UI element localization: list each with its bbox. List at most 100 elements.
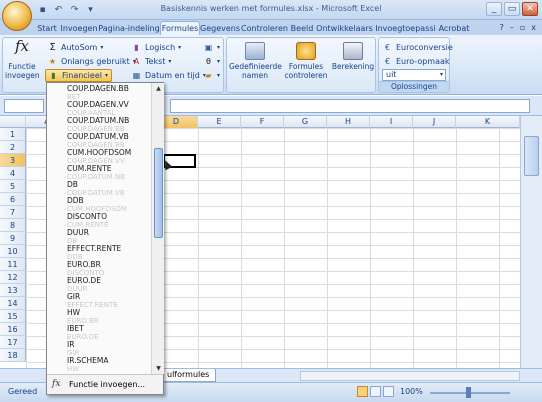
menu-item-cum-rente[interactable]: CUM.RENTE COUP.DATUM.NB bbox=[67, 164, 125, 181]
insert-function-menu-item[interactable]: fx Functie invoegen... bbox=[47, 374, 163, 394]
calendar-icon: ▦ bbox=[132, 71, 141, 80]
recently-used-button[interactable]: ★ Onlangs gebruikt ▾ bbox=[47, 55, 136, 68]
page-layout-view-button[interactable] bbox=[370, 386, 381, 397]
euro-conversion-button[interactable]: € Euroconversie bbox=[382, 41, 453, 54]
sheet-tab[interactable]: ulformules bbox=[160, 369, 217, 382]
formula-auditing-button[interactable]: Formules controleren bbox=[283, 42, 329, 80]
tab-acrobat[interactable]: Acrobat bbox=[437, 21, 471, 35]
doc-restore-icon[interactable]: ▫ bbox=[520, 23, 525, 32]
tab-ontwikkelaars[interactable]: Ontwikkelaars bbox=[316, 21, 373, 35]
restore-button[interactable]: ▭ bbox=[504, 2, 520, 16]
row-header[interactable]: 1 bbox=[0, 128, 26, 141]
row-header[interactable]: 17 bbox=[0, 336, 26, 349]
tab-invoegen[interactable]: Invoegen bbox=[60, 21, 98, 35]
doc-close-icon[interactable]: x bbox=[531, 23, 536, 32]
menu-item-coup-dagen-vv[interactable]: COUP.DAGEN.VV COUP.AANTAL bbox=[67, 100, 129, 117]
row-header[interactable]: 7 bbox=[0, 206, 26, 219]
row-header[interactable]: 18 bbox=[0, 349, 26, 362]
vertical-scroll-thumb[interactable] bbox=[524, 136, 539, 176]
tab-gegevens[interactable]: Gegevens bbox=[200, 21, 240, 35]
row-header[interactable]: 4 bbox=[0, 167, 26, 180]
menu-item-cum-hoofdsom[interactable]: CUM.HOOFDSOM COUP.DAGEN.VV bbox=[67, 148, 131, 165]
text-button[interactable]: A Tekst ▾ bbox=[131, 55, 172, 68]
tab-invoegtoepassingen[interactable]: Invoegtoepassi bbox=[374, 21, 437, 35]
office-button[interactable] bbox=[2, 1, 32, 31]
insert-function-label: Functie invoegen bbox=[5, 62, 40, 80]
column-header[interactable]: F bbox=[241, 116, 284, 128]
math-button[interactable]: θ ▾ bbox=[203, 55, 220, 68]
insert-function-button[interactable]: fx Functie invoegen bbox=[5, 39, 40, 81]
close-button[interactable]: ✕ bbox=[522, 2, 538, 16]
help-icon[interactable]: ? bbox=[500, 23, 504, 32]
row-header[interactable]: 6 bbox=[0, 193, 26, 206]
doc-minimize-icon[interactable]: – bbox=[510, 23, 514, 32]
status-ready: Gereed bbox=[8, 387, 38, 396]
more-functions-button[interactable]: ▰ ▾ bbox=[203, 69, 220, 82]
row-header[interactable]: 5 bbox=[0, 180, 26, 193]
column-header[interactable]: E bbox=[198, 116, 241, 128]
menu-item-hw[interactable]: HW EURO.BR bbox=[67, 308, 99, 325]
menu-item-ir-schema[interactable]: IR.SCHEMA HW bbox=[67, 356, 109, 373]
menu-item-euro-br[interactable]: EURO.BR DISCONTO bbox=[67, 260, 104, 277]
zoom-level[interactable]: 100% bbox=[400, 387, 423, 396]
menu-item-gir[interactable]: GIR EFFECT.RENTE bbox=[67, 292, 118, 309]
menu-item-disconto[interactable]: DISCONTO CUM.RENTE bbox=[67, 212, 109, 229]
row-header[interactable]: 16 bbox=[0, 323, 26, 336]
date-time-button[interactable]: ▦ Datum en tijd ▾ bbox=[131, 69, 206, 82]
menu-scrollbar[interactable]: ▲ ▼ bbox=[151, 83, 164, 374]
row-header[interactable]: 13 bbox=[0, 284, 26, 297]
menu-item-coup-dagen-bb[interactable]: COUP.DAGEN.BB BET bbox=[67, 84, 129, 101]
name-box[interactable] bbox=[4, 99, 44, 113]
calculation-button[interactable]: Berekening bbox=[331, 42, 375, 71]
row-header[interactable]: 15 bbox=[0, 310, 26, 323]
tab-start[interactable]: Start bbox=[34, 21, 60, 35]
menu-item-coup-datum-vb[interactable]: COUP.DATUM.VB COUP.DAGEN.BB bbox=[67, 132, 129, 149]
minimize-button[interactable]: _ bbox=[486, 2, 502, 16]
row-header[interactable]: 12 bbox=[0, 271, 26, 284]
text-label: Tekst bbox=[145, 57, 166, 66]
row-header[interactable]: 11 bbox=[0, 258, 26, 271]
select-all-corner[interactable] bbox=[0, 116, 26, 128]
column-header[interactable]: H bbox=[327, 116, 370, 128]
column-header[interactable]: I bbox=[370, 116, 413, 128]
menu-item-db[interactable]: DB COUP.DATUM.VB bbox=[67, 180, 125, 197]
menu-item-ddb[interactable]: DDB CUM.HOOFDSOM bbox=[67, 196, 127, 213]
menu-item-duur[interactable]: DUUR DB bbox=[67, 228, 89, 245]
defined-names-button[interactable]: Gedefinieerde namen bbox=[229, 42, 282, 80]
formula-input[interactable] bbox=[170, 99, 530, 113]
menu-item-coup-datum-nb[interactable]: COUP.DATUM.NB COUP.DAGEN.BB bbox=[67, 116, 129, 133]
row-header[interactable]: 9 bbox=[0, 232, 26, 245]
column-header[interactable]: J bbox=[413, 116, 456, 128]
logical-button[interactable]: ▮ Logisch ▾ bbox=[131, 41, 181, 54]
scroll-up-icon[interactable]: ▲ bbox=[152, 83, 165, 94]
calculation-label: Berekening bbox=[331, 62, 375, 71]
lookup-button[interactable]: ▣ ▾ bbox=[203, 41, 220, 54]
menu-item-ir[interactable]: IR GIR bbox=[67, 340, 79, 357]
tab-beeld[interactable]: Beeld bbox=[289, 21, 315, 35]
vertical-scrollbar[interactable] bbox=[520, 116, 542, 368]
row-header[interactable]: 10 bbox=[0, 245, 26, 258]
column-header[interactable]: G bbox=[284, 116, 327, 128]
scroll-down-icon[interactable]: ▼ bbox=[152, 363, 165, 374]
financial-button[interactable]: ▮ Financieel ▾ bbox=[45, 69, 112, 82]
row-header[interactable]: 14 bbox=[0, 297, 26, 310]
group-label-solutions: Oplossingen bbox=[379, 81, 449, 92]
euro-format-button[interactable]: € Euro-opmaak bbox=[382, 55, 450, 68]
menu-item-euro-de[interactable]: EURO.DE DUUR bbox=[67, 276, 101, 293]
tab-formules[interactable]: Formules bbox=[160, 21, 200, 35]
financial-label: Financieel bbox=[62, 71, 102, 80]
normal-view-button[interactable] bbox=[357, 386, 368, 397]
menu-item-effect-rente[interactable]: EFFECT.RENTE DDB bbox=[67, 244, 121, 261]
horizontal-scrollbar[interactable] bbox=[300, 371, 520, 381]
zoom-slider-knob[interactable] bbox=[466, 387, 471, 398]
row-header[interactable]: 2 bbox=[0, 141, 26, 154]
row-header[interactable]: 8 bbox=[0, 219, 26, 232]
autosum-button[interactable]: Σ AutoSom ▾ bbox=[47, 41, 103, 54]
tab-pagina-indeling[interactable]: Pagina-indeling bbox=[98, 21, 160, 35]
column-header[interactable]: K bbox=[456, 116, 520, 128]
tab-controleren[interactable]: Controleren bbox=[240, 21, 289, 35]
euro-select[interactable]: uit ▾ bbox=[382, 69, 446, 81]
row-header-selected[interactable]: 3 bbox=[0, 154, 26, 167]
page-break-view-button[interactable] bbox=[383, 386, 394, 397]
menu-item-ibet[interactable]: IBET EURO.DE bbox=[67, 324, 99, 341]
